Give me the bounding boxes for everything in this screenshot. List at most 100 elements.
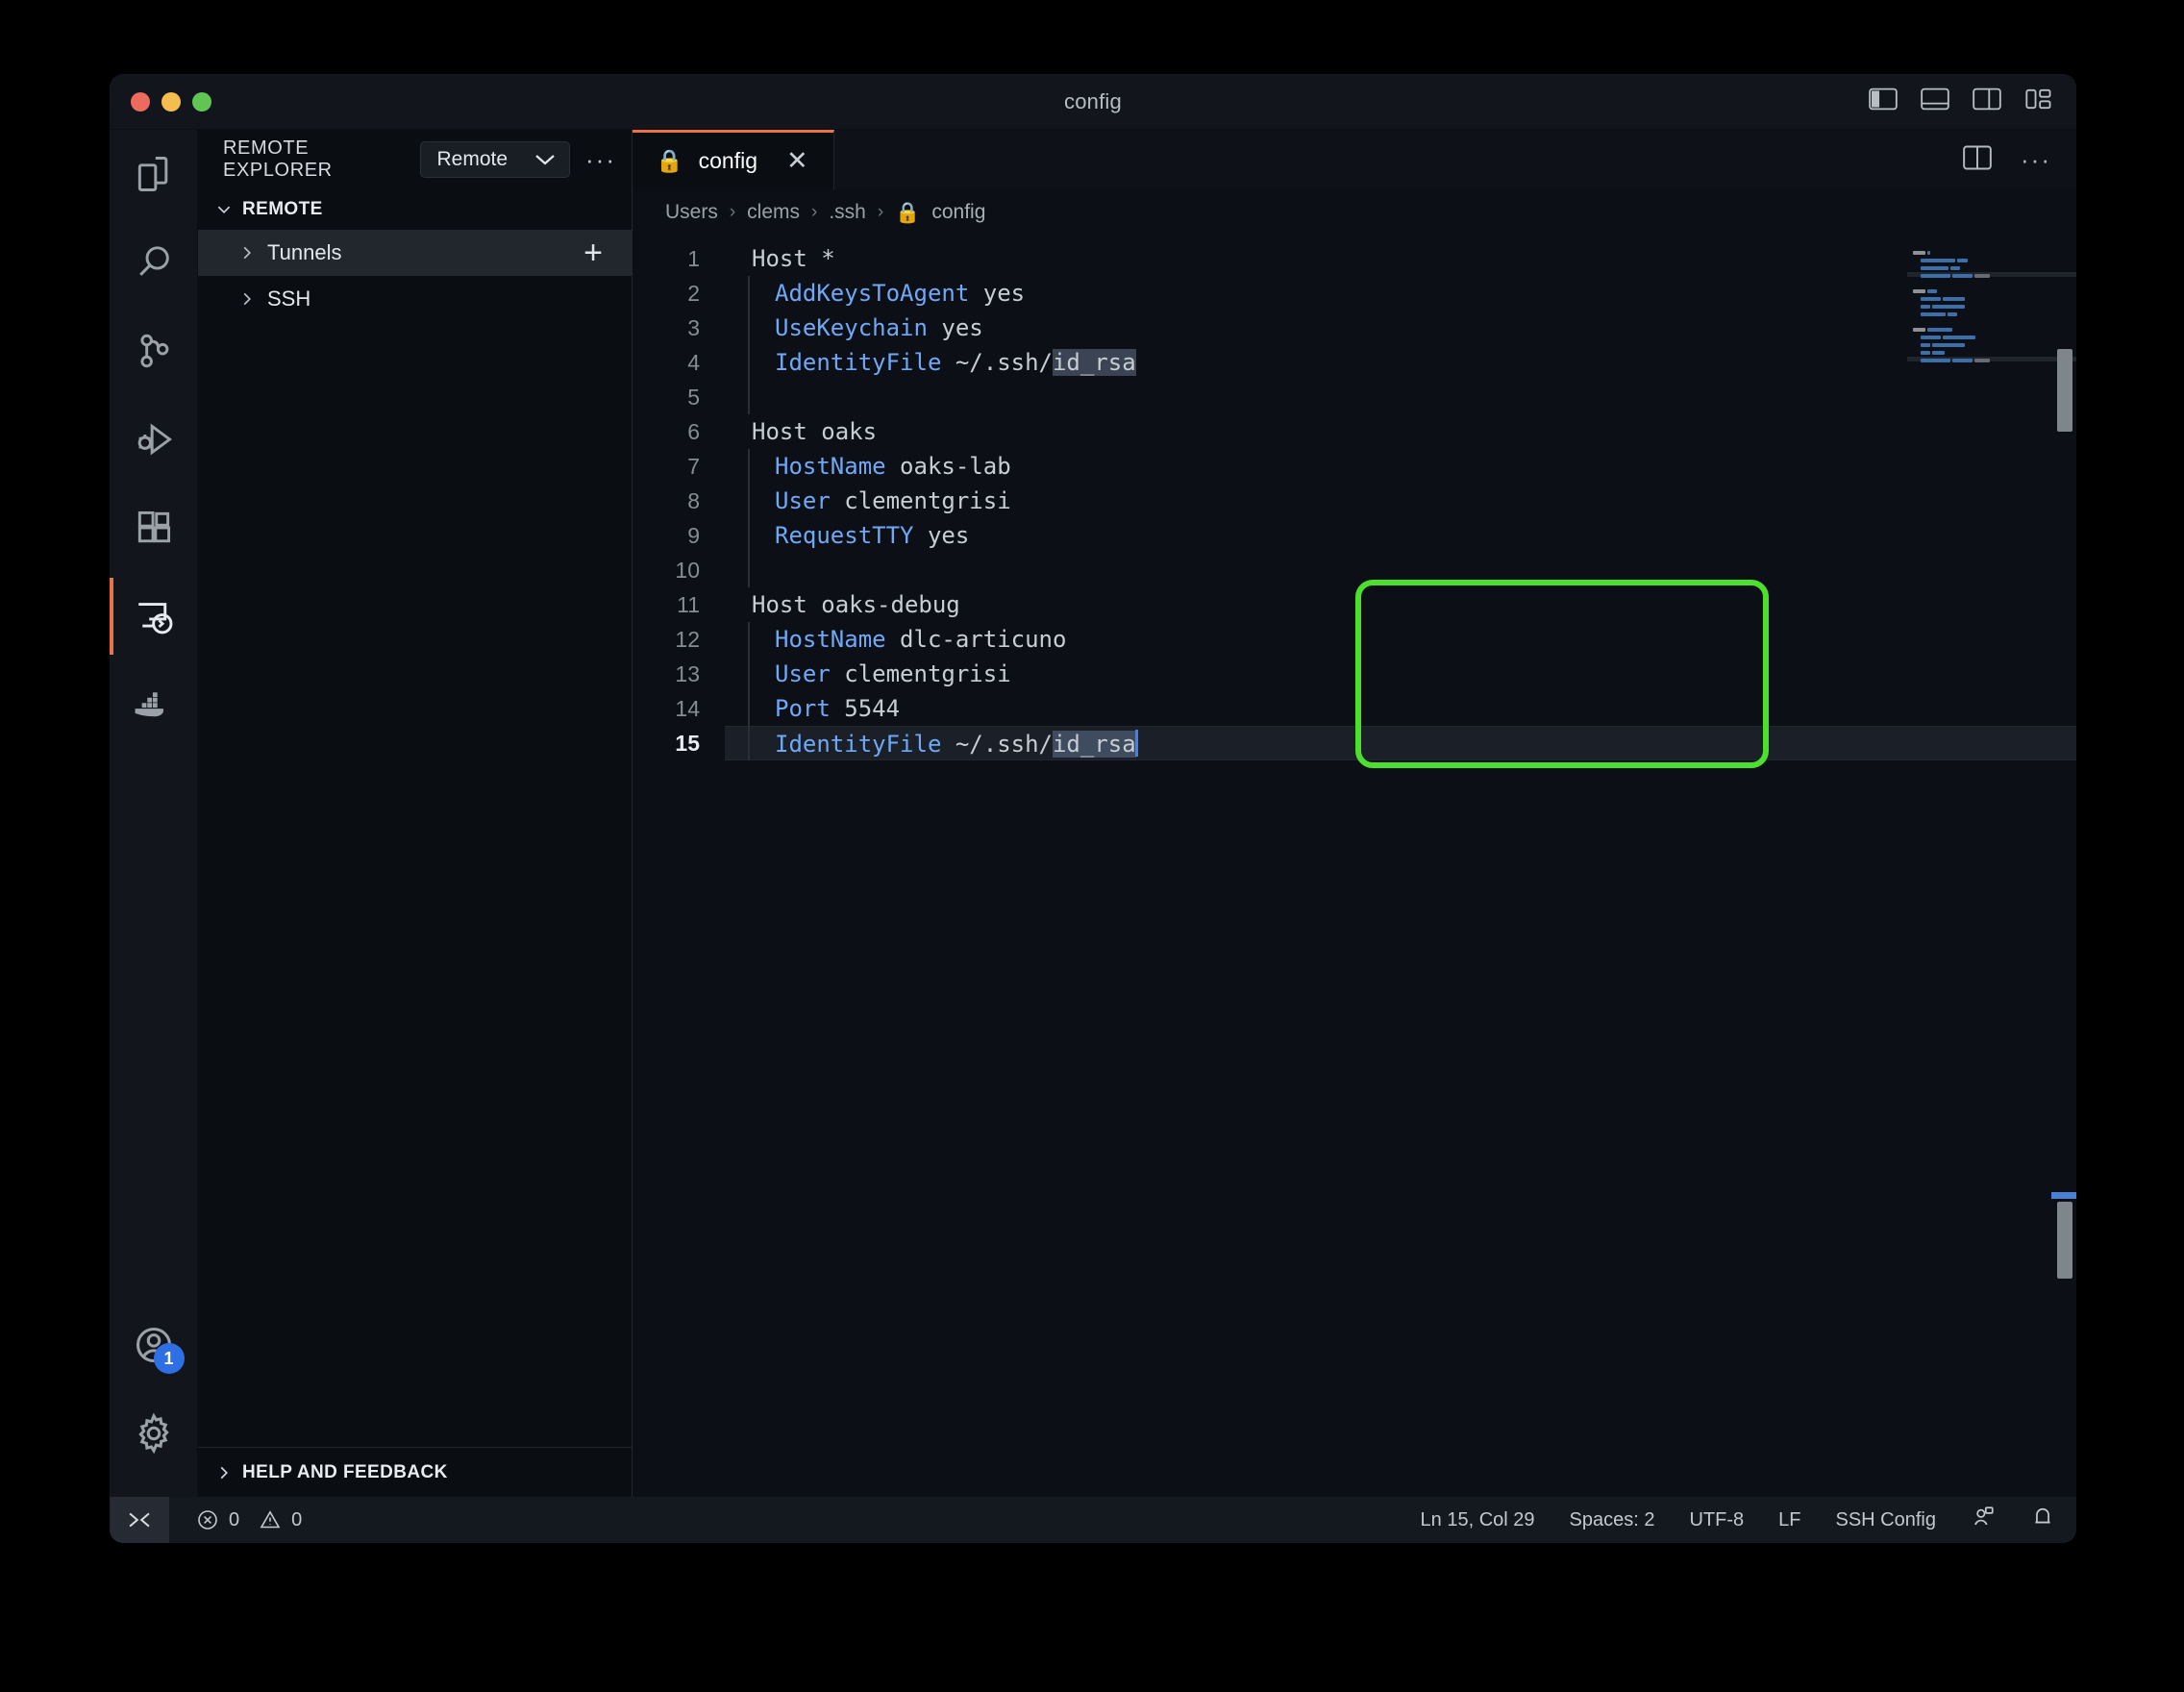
sidebar-title: REMOTE EXPLORER <box>223 137 333 181</box>
code-line[interactable]: 6 Host oaks <box>633 414 2076 449</box>
language-mode[interactable]: SSH Config <box>1836 1509 1937 1531</box>
minimap-line <box>1949 266 1960 270</box>
toggle-panel-button[interactable] <box>1921 87 1949 115</box>
activitybar-item-extensions[interactable] <box>110 484 198 572</box>
code-text[interactable]: Port 5544 <box>725 695 900 722</box>
code-line[interactable]: 10 <box>633 553 2076 587</box>
code-line[interactable]: 3 UseKeychain yes <box>633 311 2076 345</box>
code-token: Port <box>775 695 831 722</box>
minimap-line <box>1927 251 1930 255</box>
code-editor[interactable]: 1 Host * 2 AddKeysToAgent yes 3 UseKeychain y… <box>633 236 2076 1497</box>
code-line[interactable]: 12 HostName dlc-articuno <box>633 622 2076 657</box>
code-text[interactable]: HostName dlc-articuno <box>725 626 1066 653</box>
minimap-line <box>1921 336 1941 339</box>
activitybar-item-source-control[interactable] <box>110 307 198 395</box>
indentation[interactable]: Spaces: 2 <box>1570 1509 1655 1531</box>
activitybar-item-explorer[interactable] <box>110 130 198 218</box>
add-tunnel-button[interactable]: + <box>583 236 603 269</box>
line-number: 13 <box>675 660 700 686</box>
remote-kind-select[interactable]: Remote <box>420 141 571 178</box>
remote-indicator-button[interactable] <box>110 1497 169 1543</box>
code-token: User <box>775 660 831 687</box>
sidebar-section-help-and-feedback[interactable]: HELP AND FEEDBACK <box>198 1447 632 1497</box>
code-line[interactable]: 15 IdentityFile ~/.ssh/id_rsa <box>633 726 2076 760</box>
split-editor-right-button[interactable] <box>1963 144 1992 175</box>
toggle-secondary-sidebar-button[interactable] <box>1973 87 2001 115</box>
code-line[interactable]: 2 AddKeysToAgent yes <box>633 276 2076 311</box>
code-text[interactable]: User clementgrisi <box>725 660 1011 687</box>
code-token: UseKeychain <box>775 314 928 341</box>
account-badge: 1 <box>153 1343 185 1374</box>
code-token: ~/.ssh/ <box>941 730 1053 758</box>
code-line[interactable]: 4 IdentityFile ~/.ssh/id_rsa <box>633 345 2076 380</box>
code-text[interactable]: Host * <box>725 245 835 272</box>
code-text[interactable]: Host oaks-debug <box>725 591 960 618</box>
tab-bar: 🔒 config ✕ ··· <box>633 130 2076 189</box>
code-line[interactable]: 5 <box>633 380 2076 414</box>
code-line[interactable]: 9 RequestTTY yes <box>633 518 2076 553</box>
activitybar-item-docker[interactable] <box>110 660 198 749</box>
code-line[interactable]: 1 Host * <box>633 241 2076 276</box>
code-token: * <box>821 245 835 272</box>
code-text[interactable]: IdentityFile ~/.ssh/id_rsa <box>725 729 1138 758</box>
code-line[interactable]: 7 HostName oaks-lab <box>633 449 2076 484</box>
code-token: yes <box>913 522 970 549</box>
minimap-line <box>1921 312 1946 316</box>
status-problems[interactable]: 0 0 <box>169 1508 302 1531</box>
code-text[interactable]: User clementgrisi <box>725 487 1011 514</box>
customize-layout-button[interactable] <box>2024 87 2053 115</box>
lock-icon: 🔒 <box>656 148 683 173</box>
breadcrumb-separator: › <box>877 202 884 222</box>
code-token: oaks-debug <box>821 591 960 618</box>
scrollbar-thumb[interactable] <box>2057 1202 2072 1279</box>
indent-guide <box>748 657 750 691</box>
close-tab-button[interactable]: ✕ <box>786 146 808 176</box>
breadcrumb-item-config[interactable]: config <box>931 201 985 224</box>
live-share-button[interactable] <box>1971 1505 1996 1535</box>
minimap-line <box>1921 359 1951 362</box>
sidebar-more-actions-button[interactable]: ··· <box>585 147 616 172</box>
more-editor-actions-button[interactable]: ··· <box>2021 147 2051 172</box>
breadcrumb-item-clems[interactable]: clems <box>747 201 800 224</box>
minimap-slider[interactable] <box>2057 349 2072 432</box>
code-token: HostName <box>775 626 886 653</box>
breadcrumb-item-ssh[interactable]: .ssh <box>829 201 866 224</box>
activitybar-item-run-and-debug[interactable] <box>110 395 198 484</box>
code-text[interactable]: RequestTTY yes <box>725 522 969 549</box>
tab-config[interactable]: 🔒 config ✕ <box>633 130 834 189</box>
end-of-line[interactable]: LF <box>1778 1509 1800 1531</box>
encoding[interactable]: UTF-8 <box>1689 1509 1744 1531</box>
sidebar-section-remote[interactable]: REMOTE <box>198 189 632 230</box>
code-token: IdentityFile <box>775 730 942 758</box>
code-line[interactable]: 8 User clementgrisi <box>633 484 2076 518</box>
code-token: 5544 <box>830 695 901 722</box>
toggle-primary-sidebar-button[interactable] <box>1869 87 1898 115</box>
editor-scrollbar[interactable] <box>2051 236 2076 1497</box>
chevron-down-icon <box>535 154 555 164</box>
sidebar-item-ssh[interactable]: SSH <box>198 276 632 322</box>
notifications-button[interactable] <box>2030 1505 2055 1535</box>
activitybar-item-remote-explorer[interactable] <box>110 572 198 660</box>
cursor-position[interactable]: Ln 15, Col 29 <box>1421 1509 1535 1531</box>
code-token: User <box>775 487 831 514</box>
status-bar: 0 0 Ln 15, Col 29 Spaces: 2 UTF-8 LF SSH… <box>110 1497 2076 1543</box>
minimap[interactable] <box>1907 236 2076 1497</box>
activitybar-item-account[interactable]: 1 <box>110 1301 198 1389</box>
code-text[interactable]: UseKeychain yes <box>725 314 983 341</box>
code-text[interactable]: HostName oaks-lab <box>725 453 1011 480</box>
code-text[interactable]: AddKeysToAgent yes <box>725 280 1025 307</box>
code-line[interactable]: 11 Host oaks-debug <box>633 587 2076 622</box>
breadcrumb-item-users[interactable]: Users <box>665 201 718 224</box>
activitybar-item-search[interactable] <box>110 218 198 307</box>
minimap-line <box>1921 305 1931 309</box>
breadcrumb-separator: › <box>811 202 818 222</box>
chevron-down-icon <box>217 206 231 214</box>
code-token: yes <box>927 314 983 341</box>
sidebar-item-tunnels[interactable]: Tunnels + <box>198 230 632 276</box>
code-text[interactable]: Host oaks <box>725 418 877 445</box>
code-line[interactable]: 14 Port 5544 <box>633 691 2076 726</box>
activitybar-item-settings[interactable] <box>110 1389 198 1478</box>
code-text[interactable]: IdentityFile ~/.ssh/id_rsa <box>725 349 1136 376</box>
code-line[interactable]: 13 User clementgrisi <box>633 657 2076 691</box>
line-number: 7 <box>687 453 700 479</box>
